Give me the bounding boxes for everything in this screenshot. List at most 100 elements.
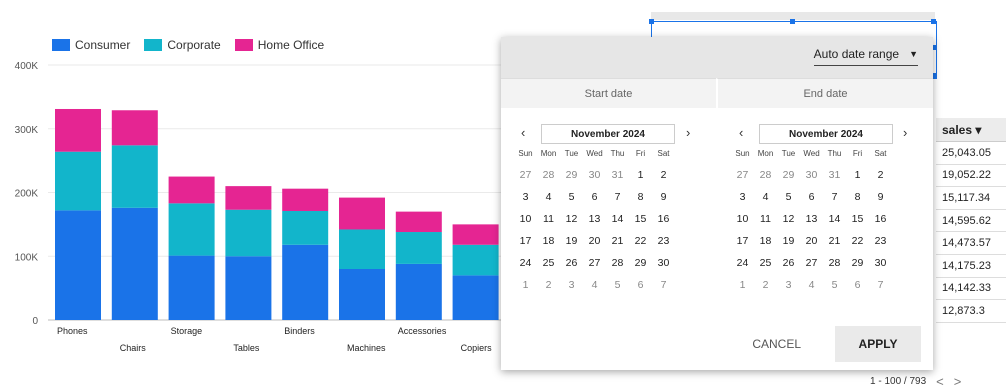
calendar-day[interactable]: 23 [652,230,675,252]
bar-segment-corporate[interactable] [395,232,442,264]
calendar-day[interactable]: 21 [606,230,629,252]
calendar-day[interactable]: 7 [869,274,892,296]
calendar-day[interactable]: 19 [777,230,800,252]
calendar-day[interactable]: 13 [583,208,606,230]
bar-segment-corporate[interactable] [452,244,499,276]
calendar-day[interactable]: 20 [800,230,823,252]
calendar-day[interactable]: 24 [731,252,754,274]
calendar-day[interactable]: 13 [800,208,823,230]
calendar-day[interactable]: 4 [754,186,777,208]
calendar-day[interactable]: 16 [652,208,675,230]
calendar-day[interactable]: 26 [777,252,800,274]
calendar-day[interactable]: 19 [560,230,583,252]
bar-segment-consumer[interactable] [168,255,215,320]
column-header-sales[interactable]: sales ▾ [936,118,1006,142]
bar-segment-corporate[interactable] [225,209,272,257]
table-row[interactable]: 14,595.62 [936,210,1006,233]
table-row[interactable]: 19,052.22 [936,165,1006,188]
calendar-day[interactable]: 18 [754,230,777,252]
bar-segment-corporate[interactable] [55,151,101,211]
calendar-day[interactable]: 5 [606,274,629,296]
calendar-day[interactable]: 20 [583,230,606,252]
calendar-day[interactable]: 30 [800,164,823,186]
calendar-day[interactable]: 29 [777,164,800,186]
calendar-day[interactable]: 21 [823,230,846,252]
calendar-day[interactable]: 5 [777,186,800,208]
calendar-day[interactable]: 1 [846,164,869,186]
table-row[interactable]: 14,142.33 [936,278,1006,301]
calendar-day[interactable]: 18 [537,230,560,252]
calendar-day[interactable]: 7 [606,186,629,208]
bar-segment-home-office[interactable] [339,197,385,230]
calendar-day[interactable]: 15 [629,208,652,230]
calendar-day[interactable]: 8 [629,186,652,208]
bar-segment-consumer[interactable] [339,269,385,320]
table-row[interactable]: 25,043.05 [936,142,1006,165]
calendar-day[interactable]: 17 [731,230,754,252]
table-row[interactable]: 12,873.3 [936,300,1006,323]
bar-segment-corporate[interactable] [282,210,329,245]
bar-segment-home-office[interactable] [168,176,215,204]
calendar-day[interactable]: 28 [606,252,629,274]
start-date-field[interactable]: Start date [501,78,716,108]
calendar-day[interactable]: 14 [606,208,629,230]
calendar-day[interactable]: 22 [629,230,652,252]
calendar-day[interactable]: 31 [823,164,846,186]
bar-segment-corporate[interactable] [168,203,215,256]
calendar-day[interactable]: 2 [652,164,675,186]
calendar-day[interactable]: 30 [652,252,675,274]
apply-button[interactable]: APPLY [835,326,921,362]
calendar-day[interactable]: 2 [754,274,777,296]
bar-segment-consumer[interactable] [55,210,101,320]
calendar-day[interactable]: 4 [800,274,823,296]
calendar-day[interactable]: 3 [777,274,800,296]
calendar-day[interactable]: 6 [583,186,606,208]
calendar-day[interactable]: 5 [560,186,583,208]
calendar-day[interactable]: 10 [514,208,537,230]
table-row[interactable]: 14,473.57 [936,232,1006,255]
pager-prev-button[interactable]: < [936,374,944,389]
calendar-day[interactable]: 12 [560,208,583,230]
calendar-day[interactable]: 1 [731,274,754,296]
prev-month-icon[interactable]: ‹ [739,125,743,140]
calendar-day[interactable]: 1 [629,164,652,186]
calendar-day[interactable]: 9 [652,186,675,208]
calendar-day[interactable]: 15 [846,208,869,230]
bar-segment-home-office[interactable] [452,224,499,245]
bar-segment-home-office[interactable] [395,211,442,233]
resize-handle[interactable] [649,19,654,24]
bar-segment-home-office[interactable] [111,110,158,146]
end-date-field[interactable]: End date [716,78,933,108]
calendar-day[interactable]: 5 [823,274,846,296]
next-month-icon[interactable]: › [903,125,907,140]
resize-handle[interactable] [931,19,936,24]
table-row[interactable]: 14,175.23 [936,255,1006,278]
calendar-day[interactable]: 29 [846,252,869,274]
calendar-day[interactable]: 27 [514,164,537,186]
calendar-day[interactable]: 29 [560,164,583,186]
calendar-day[interactable]: 27 [800,252,823,274]
bar-segment-corporate[interactable] [339,229,385,269]
calendar-day[interactable]: 3 [514,186,537,208]
prev-month-icon[interactable]: ‹ [521,125,525,140]
month-selector[interactable]: November 2024 [541,124,675,144]
bar-segment-consumer[interactable] [452,275,499,320]
calendar-day[interactable]: 12 [777,208,800,230]
calendar-day[interactable]: 6 [800,186,823,208]
calendar-day[interactable]: 26 [560,252,583,274]
calendar-day[interactable]: 2 [869,164,892,186]
month-selector[interactable]: November 2024 [759,124,893,144]
bar-segment-consumer[interactable] [111,207,158,320]
calendar-day[interactable]: 2 [537,274,560,296]
bar-segment-consumer[interactable] [282,244,329,320]
calendar-day[interactable]: 28 [823,252,846,274]
calendar-day[interactable]: 27 [583,252,606,274]
calendar-day[interactable]: 23 [869,230,892,252]
bar-segment-consumer[interactable] [225,256,272,320]
calendar-day[interactable]: 30 [583,164,606,186]
calendar-day[interactable]: 3 [731,186,754,208]
calendar-day[interactable]: 3 [560,274,583,296]
date-range-dropdown[interactable]: Auto date range ▼ [813,47,918,66]
calendar-day[interactable]: 16 [869,208,892,230]
bar-segment-home-office[interactable] [225,186,272,210]
